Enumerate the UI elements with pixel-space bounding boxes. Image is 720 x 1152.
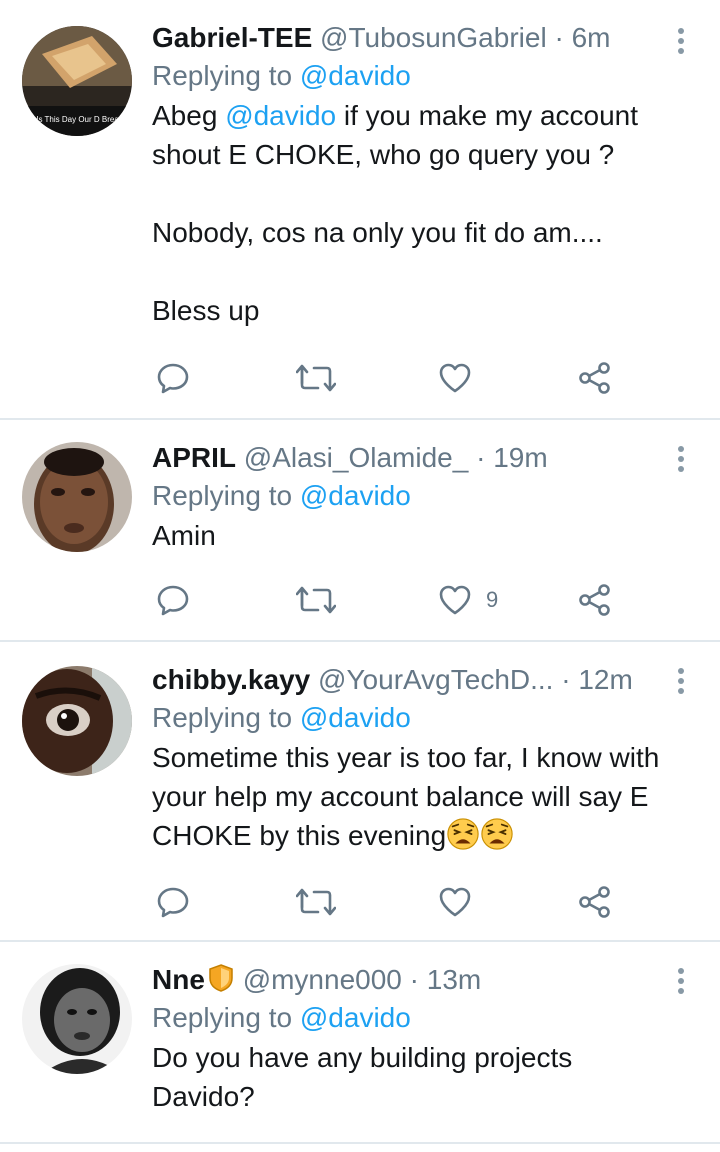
tweet-header: Gabriel-TEE @TubosunGabriel · 6m <box>152 20 660 56</box>
timestamp[interactable]: 19m <box>493 442 547 473</box>
user-handle[interactable]: @TubosunGabriel <box>320 22 547 53</box>
share-icon <box>578 885 612 919</box>
avatar[interactable]: e Us This Day Our D Bread!? <box>22 26 132 136</box>
more-options-icon[interactable] <box>678 968 686 998</box>
tweet-text-paragraph: Bless up <box>152 295 260 326</box>
reply-icon <box>156 361 190 395</box>
like-button[interactable] <box>438 358 486 398</box>
retweet-icon <box>296 361 336 395</box>
more-options-icon[interactable] <box>678 668 686 698</box>
more-options-icon[interactable] <box>678 446 686 476</box>
tweet-header: APRIL @Alasi_Olamide_ · 19m <box>152 440 660 476</box>
avatar-caption: e Us This Day Our D Bread!? <box>26 115 130 124</box>
like-icon <box>438 361 472 395</box>
tweet-header: chibby.kayy @YourAvgTechD... · 12m <box>152 662 660 698</box>
avatar[interactable] <box>22 442 132 552</box>
retweet-button[interactable] <box>296 882 336 922</box>
reply-icon <box>156 885 190 919</box>
like-button[interactable]: 9 <box>438 580 498 620</box>
display-name[interactable]: APRIL <box>152 442 236 473</box>
replying-to-mention[interactable]: @davido <box>300 60 411 91</box>
separator-dot: · <box>409 964 419 995</box>
weary-face-emoji <box>480 817 514 851</box>
share-button[interactable] <box>578 358 612 398</box>
share-button[interactable] <box>578 882 612 922</box>
like-icon <box>438 885 472 919</box>
share-icon <box>578 583 612 617</box>
retweet-button[interactable] <box>296 358 336 398</box>
shield-badge-icon <box>209 964 233 992</box>
replying-to-label: Replying to <box>152 480 293 511</box>
weary-face-emoji <box>446 817 480 851</box>
tweet-text: Abeg @davido if you make my account shou… <box>152 96 660 330</box>
tweet-text-content: Sometime this year is too far, I know wi… <box>152 742 660 851</box>
tweet-card[interactable]: chibby.kayy @YourAvgTechD... · 12m Reply… <box>0 642 720 942</box>
replying-to-line: Replying to @davido <box>152 998 660 1038</box>
tweet-text-part: Abeg <box>152 100 218 131</box>
separator-dot: · <box>554 22 564 53</box>
display-name[interactable]: chibby.kayy <box>152 664 310 695</box>
separator-dot: · <box>476 442 486 473</box>
tweet-card[interactable]: Nne @mynne000 · 13m Replying to @davido … <box>0 942 720 1144</box>
timestamp[interactable]: 12m <box>578 664 632 695</box>
reply-button[interactable] <box>156 580 190 620</box>
tweet-card[interactable]: APRIL @Alasi_Olamide_ · 19m Replying to … <box>0 420 720 642</box>
replying-to-mention[interactable]: @davido <box>300 702 411 733</box>
tweet-text: Amin <box>152 520 216 551</box>
replying-to-label: Replying to <box>152 702 293 733</box>
tweet-card[interactable]: e Us This Day Our D Bread!? Gabriel-TEE … <box>0 0 720 420</box>
timestamp[interactable]: 6m <box>572 22 611 53</box>
more-options-icon[interactable] <box>678 28 686 58</box>
action-bar <box>152 882 632 922</box>
tweet-text: Sometime this year is too far, I know wi… <box>152 738 660 855</box>
action-bar <box>152 358 632 398</box>
share-button[interactable] <box>578 580 612 620</box>
user-handle[interactable]: @YourAvgTechD... <box>318 664 553 695</box>
tweet-text: Do you have any building projects Davido… <box>152 1042 573 1112</box>
inline-mention[interactable]: @davido <box>225 100 336 131</box>
share-icon <box>578 361 612 395</box>
replying-to-line: Replying to @davido <box>152 698 660 738</box>
like-button[interactable] <box>438 882 486 922</box>
display-name[interactable]: Nne <box>152 964 205 995</box>
replying-to-line: Replying to @davido <box>152 56 660 96</box>
tweet-header: Nne @mynne000 · 13m <box>152 962 660 998</box>
replying-to-mention[interactable]: @davido <box>300 1002 411 1033</box>
reply-button[interactable] <box>156 358 190 398</box>
replying-to-label: Replying to <box>152 60 293 91</box>
retweet-icon <box>296 583 336 617</box>
user-handle[interactable]: @mynne000 <box>243 964 402 995</box>
retweet-button[interactable] <box>296 580 336 620</box>
tweet-text-paragraph: Nobody, cos na only you fit do am.... <box>152 217 603 248</box>
replying-to-mention[interactable]: @davido <box>300 480 411 511</box>
reply-icon <box>156 583 190 617</box>
reply-button[interactable] <box>156 882 190 922</box>
display-name[interactable]: Gabriel-TEE <box>152 22 312 53</box>
separator-dot: · <box>561 664 571 695</box>
avatar[interactable] <box>22 964 132 1074</box>
action-bar: 9 <box>152 580 632 620</box>
avatar[interactable] <box>22 666 132 776</box>
like-icon <box>438 583 472 617</box>
like-count: 9 <box>486 587 499 612</box>
user-handle[interactable]: @Alasi_Olamide_ <box>244 442 469 473</box>
timestamp[interactable]: 13m <box>427 964 481 995</box>
replying-to-label: Replying to <box>152 1002 293 1033</box>
reply-feed: e Us This Day Our D Bread!? Gabriel-TEE … <box>0 0 720 1144</box>
retweet-icon <box>296 885 336 919</box>
replying-to-line: Replying to @davido <box>152 476 660 516</box>
